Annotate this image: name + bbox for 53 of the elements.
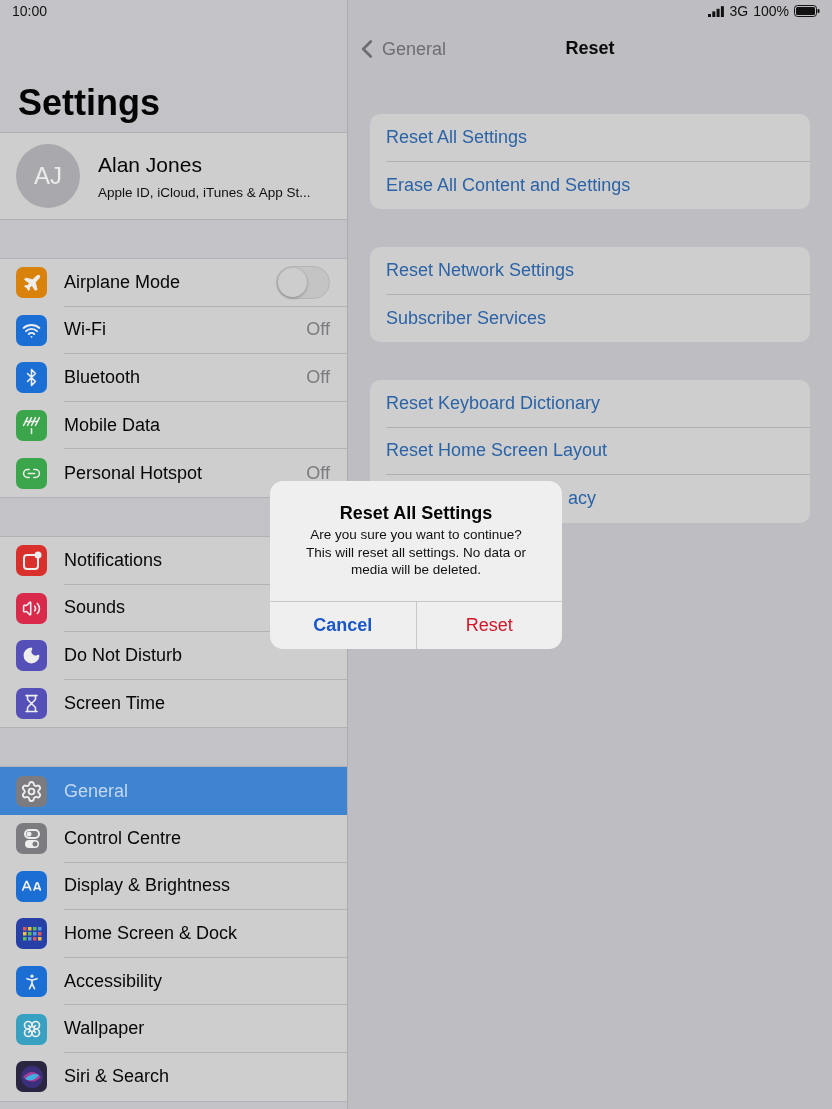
sidebar-item[interactable]: Display & Brightness — [0, 862, 347, 911]
sidebar-item[interactable]: Accessibility — [0, 957, 347, 1006]
reset-button[interactable]: Reset — [415, 601, 562, 649]
profile-row[interactable]: AJ Alan Jones Apple ID, iCloud, iTunes & App St... — [0, 132, 347, 220]
item-label: Display & Brightness — [64, 875, 231, 897]
item-value: Off — [306, 319, 330, 341]
alert-title: Reset All Settings — [338, 502, 494, 525]
status-time: 10:00 — [12, 3, 48, 19]
cancel-button[interactable]: Cancel — [270, 601, 416, 649]
item-label: Control Centre — [64, 827, 182, 849]
sidebar-item[interactable]: Home Screen & Dock — [0, 910, 347, 958]
sidebar-item[interactable]: Siri & Search — [0, 1052, 347, 1101]
sidebar-item[interactable]: Screen Time — [0, 679, 347, 728]
signal-icon — [707, 5, 725, 17]
toggle-switch[interactable] — [276, 265, 330, 299]
sidebar-item[interactable]: Wallpaper — [0, 1005, 347, 1053]
item-label: General — [64, 780, 129, 802]
item-label: Siri & Search — [64, 1066, 170, 1088]
item-label: Sounds — [64, 597, 126, 619]
sidebar-item[interactable]: Control Centre — [0, 814, 347, 863]
item-label: Home Screen & Dock — [64, 922, 238, 944]
item-label: Screen Time — [64, 693, 166, 715]
profile-subtitle: Apple ID, iCloud, iTunes & App St... — [98, 184, 311, 200]
page-title: Reset — [565, 38, 615, 59]
item-label: Do Not Disturb — [64, 644, 183, 666]
network-type: 3G — [729, 3, 749, 19]
reset-option[interactable]: Erase All Content and Settings — [386, 161, 810, 209]
alert-message: Are you sure you want to continue? This will reset all settings. No data or media will be deleted. — [305, 526, 527, 579]
battery-icon — [794, 5, 820, 17]
reset-option[interactable]: Reset All Settings — [386, 114, 810, 162]
reset-option[interactable]: Subscriber Services — [386, 294, 810, 342]
reset-option[interactable]: Reset Keyboard Dictionary — [386, 380, 810, 428]
item-label: Wi-Fi — [64, 319, 106, 341]
item-label: Accessibility — [64, 970, 163, 992]
item-label: Bluetooth — [64, 367, 141, 388]
reset-option[interactable]: Reset Network Settings — [386, 247, 810, 295]
sidebar-title: Settings — [17, 81, 161, 125]
avatar: AJ — [16, 144, 80, 208]
item-label: Wallpaper — [64, 1018, 145, 1040]
sidebar-item[interactable]: Airplane Mode — [0, 259, 347, 307]
item-value: Off — [306, 367, 330, 388]
item-label: Airplane Mode — [64, 271, 181, 293]
sidebar-item[interactable]: Bluetooth Off — [0, 354, 347, 402]
item-label: Mobile Data — [64, 414, 161, 436]
sidebar-item[interactable]: Personal Hotspot Off — [0, 449, 347, 497]
item-label: Personal Hotspot — [64, 462, 203, 484]
sidebar-item[interactable]: Mobile Data — [0, 401, 347, 450]
item-value: Off — [306, 462, 330, 484]
item-label: Notifications — [64, 549, 163, 571]
battery-percent: 100% — [753, 3, 789, 19]
profile-name: Alan Jones — [98, 152, 203, 177]
reset-option[interactable]: Reset Home Screen Layout — [386, 427, 810, 475]
sidebar-item[interactable]: Wi-Fi Off — [0, 306, 347, 355]
